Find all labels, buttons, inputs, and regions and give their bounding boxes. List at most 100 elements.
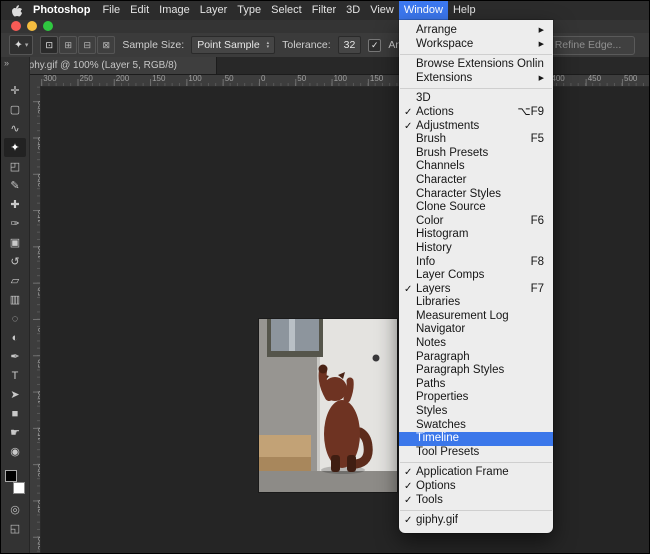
menu-item-application-frame[interactable]: ✓Application Frame [399, 466, 553, 480]
crop-tool[interactable]: ◰ [4, 157, 26, 176]
menu-item-options[interactable]: ✓Options [399, 480, 553, 494]
menu-item-paragraph[interactable]: Paragraph [399, 351, 553, 365]
menubar-item-file[interactable]: File [97, 1, 125, 20]
menu-item-actions[interactable]: ✓Actions⌥F9 [399, 106, 553, 120]
menu-item-tools[interactable]: ✓Tools [399, 494, 553, 508]
menu-item-styles[interactable]: Styles [399, 405, 553, 419]
zoom-window-button[interactable] [43, 21, 53, 31]
background-color-swatch[interactable] [13, 482, 25, 494]
menu-item-giphy-gif[interactable]: ✓giphy.gif [399, 514, 553, 528]
menu-item-label: Measurement Log [416, 310, 544, 324]
pen-tool[interactable]: ✒ [4, 347, 26, 366]
menu-item-brush-presets[interactable]: Brush Presets [399, 147, 553, 161]
eyedropper-tool[interactable]: ✎ [4, 176, 26, 195]
menubar-item-view[interactable]: View [365, 1, 399, 20]
intersect-selection-button[interactable]: ⊠ [97, 36, 115, 54]
menubar-item-select[interactable]: Select [266, 1, 307, 20]
menu-item-channels[interactable]: Channels [399, 160, 553, 174]
menubar-item-filter[interactable]: Filter [307, 1, 341, 20]
menu-shortcut: F7 [531, 283, 544, 297]
hand-tool[interactable]: ☛ [4, 423, 26, 442]
menubar-item-image[interactable]: Image [154, 1, 195, 20]
menu-item-tool-presets[interactable]: Tool Presets [399, 446, 553, 460]
menu-item-color[interactable]: ColorF6 [399, 215, 553, 229]
ruler-number: 100 [37, 391, 41, 404]
menu-item-notes[interactable]: Notes [399, 337, 553, 351]
canvas-area[interactable] [40, 86, 649, 553]
tool-preset-picker[interactable]: ✦ ▾ [9, 35, 33, 55]
ruler-top: 3002502001501005005010015020025030035040… [40, 74, 649, 87]
menu-item-navigator[interactable]: Navigator [399, 323, 553, 337]
menubar-item-photoshop[interactable]: Photoshop [28, 1, 95, 20]
clone-stamp-tool[interactable]: ▣ [4, 233, 26, 252]
menu-item-label: Character [416, 174, 544, 188]
menu-item-properties[interactable]: Properties [399, 391, 553, 405]
menu-item-layers[interactable]: ✓LayersF7 [399, 283, 553, 297]
menu-item-arrange[interactable]: Arrange▶ [399, 24, 553, 38]
menu-item-adjustments[interactable]: ✓Adjustments [399, 120, 553, 134]
checkmark-icon: ✓ [404, 494, 416, 508]
color-swatches[interactable] [4, 469, 26, 495]
type-tool[interactable]: T [4, 366, 26, 385]
menubar-item-window[interactable]: Window [399, 1, 448, 20]
sample-size-select[interactable]: Point Sample ▴ ▾ [191, 36, 275, 54]
menu-item-info[interactable]: InfoF8 [399, 256, 553, 270]
checkmark-icon: ✓ [404, 106, 416, 120]
foreground-color-swatch[interactable] [5, 470, 17, 482]
checkmark-icon: ✓ [404, 283, 416, 297]
subtract-from-selection-button[interactable]: ⊟ [78, 36, 96, 54]
add-to-selection-button[interactable]: ⊞ [59, 36, 77, 54]
refine-edge-button[interactable]: Refine Edge... [541, 36, 635, 55]
ruler-number: 300 [37, 101, 41, 114]
magic-wand-tool[interactable]: ✦ [4, 138, 26, 157]
history-brush-tool[interactable]: ↺ [4, 252, 26, 271]
move-tool[interactable]: ✛ [4, 81, 26, 100]
menubar-item-type[interactable]: Type [232, 1, 266, 20]
menu-item-extensions[interactable]: Extensions▶ [399, 72, 553, 86]
menu-item-workspace[interactable]: Workspace▶ [399, 38, 553, 52]
menu-item-label: Paths [416, 378, 544, 392]
brush-tool[interactable]: ✑ [4, 214, 26, 233]
tolerance-input[interactable]: 32 [338, 36, 362, 54]
menu-item-paragraph-styles[interactable]: Paragraph Styles [399, 364, 553, 378]
shape-tool[interactable]: ■ [4, 404, 26, 423]
menu-item-layer-comps[interactable]: Layer Comps [399, 269, 553, 283]
menu-item-paths[interactable]: Paths [399, 378, 553, 392]
quick-mask-button[interactable]: ◎ [4, 502, 26, 518]
menubar-item-edit[interactable]: Edit [125, 1, 154, 20]
minimize-window-button[interactable] [27, 21, 37, 31]
menubar-item-layer[interactable]: Layer [195, 1, 233, 20]
lasso-tool[interactable]: ∿ [4, 119, 26, 138]
marquee-tool[interactable]: ▢ [4, 100, 26, 119]
menu-item-clone-source[interactable]: Clone Source [399, 201, 553, 215]
menu-item-browse-extensions-online[interactable]: Browse Extensions Online... [399, 58, 553, 72]
menu-item-libraries[interactable]: Libraries [399, 296, 553, 310]
menu-item-timeline[interactable]: Timeline [399, 432, 553, 446]
menu-item-character[interactable]: Character [399, 174, 553, 188]
document-tab[interactable]: × giphy.gif @ 100% (Layer 5, RGB/8) [1, 57, 217, 74]
eraser-tool[interactable]: ▱ [4, 271, 26, 290]
document-tab-label: giphy.gif @ 100% (Layer 5, RGB/8) [21, 60, 177, 71]
menu-item-swatches[interactable]: Swatches [399, 419, 553, 433]
anti-alias-checkbox[interactable]: ✓ [368, 39, 381, 52]
menu-item-label: Workspace [416, 38, 533, 52]
blur-tool[interactable]: ◌ [4, 309, 26, 328]
menu-item-brush[interactable]: BrushF5 [399, 133, 553, 147]
apple-menu-icon[interactable] [11, 3, 25, 18]
path-selection-tool[interactable]: ➤ [4, 385, 26, 404]
close-window-button[interactable] [11, 21, 21, 31]
new-selection-button[interactable]: ⊡ [40, 36, 58, 54]
menu-item-histogram[interactable]: Histogram [399, 228, 553, 242]
menu-item-character-styles[interactable]: Character Styles [399, 188, 553, 202]
menubar-item-3d[interactable]: 3D [341, 1, 365, 20]
menu-item-history[interactable]: History [399, 242, 553, 256]
zoom-tool[interactable]: ◉ [4, 442, 26, 461]
menu-item-measurement-log[interactable]: Measurement Log [399, 310, 553, 324]
healing-brush-tool[interactable]: ✚ [4, 195, 26, 214]
gradient-tool[interactable]: ▥ [4, 290, 26, 309]
menu-item-3d[interactable]: 3D [399, 92, 553, 106]
menubar-item-help[interactable]: Help [448, 1, 481, 20]
dodge-tool[interactable]: ◐ [4, 328, 26, 347]
stepper-arrows-icon[interactable]: ▴ ▾ [267, 41, 270, 49]
screen-mode-button[interactable]: ◱ [4, 521, 26, 537]
